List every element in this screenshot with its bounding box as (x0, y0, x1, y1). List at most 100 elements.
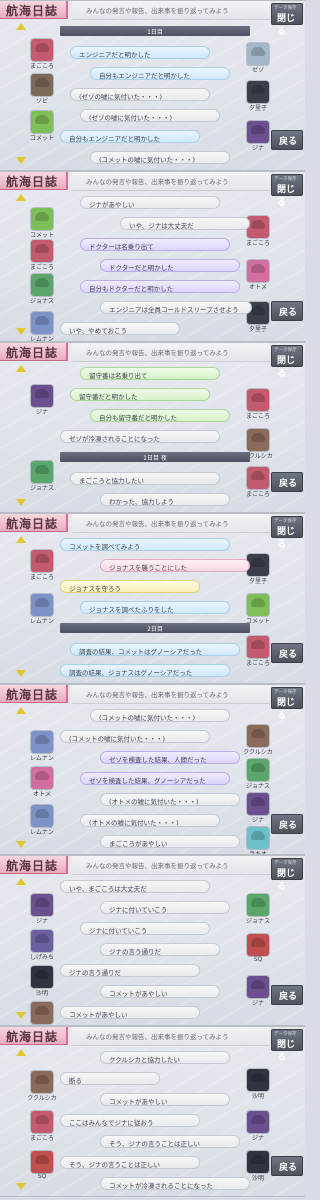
log-entry-text: (コメットの嘘に気付いた・・・) (69, 735, 166, 743)
log-entry-text: 自分もエンジニアだと明かした (99, 72, 190, 80)
log-panel: 航海日誌 みんなの発言や報告、出来事を振り返ってみよう データ保存 閉じる 戻る ジナ しげ… (0, 855, 305, 1026)
log-feed: 留守番は名乗り出て 留守番だと明かした 自分も留守番だと明かした ゼゾが冷凍されること… (60, 363, 252, 512)
character-left: コメット (22, 111, 62, 145)
log-entry-text: ジナに付いていこう (109, 906, 168, 914)
subtitle-text: みんなの発言や報告、出来事を振り返ってみよう (86, 178, 229, 186)
log-entry: コメットがあやしい (60, 1006, 200, 1019)
character-name: ジナ (35, 409, 48, 416)
log-entry-text: ククルシカと協力したい (109, 1056, 181, 1064)
log-panel: 航海日誌 みんなの発言や報告、出来事を振り返ってみよう データ保存 閉じる 戻る ジナ ジョ… (0, 342, 305, 513)
title-text: 航海日誌 (6, 1030, 59, 1044)
log-entry: ククルシカと協力したい (100, 1051, 230, 1064)
avatar-icon (31, 385, 53, 407)
character-name: レムナン (30, 618, 54, 625)
subtitle-bar: みんなの発言や報告、出来事を振り返ってみよう (72, 856, 270, 875)
character-left: ジナ (22, 894, 62, 928)
log-entry: 断る (60, 1072, 160, 1085)
log-entry-text: いや、やめておこう (69, 327, 128, 335)
character-name: 沙明 (35, 990, 48, 997)
log-entry: 自分もエンジニアだと明かした (90, 67, 230, 80)
subtitle-text: みんなの発言や報告、出来事を振り返ってみよう (86, 520, 229, 528)
title-text: 航海日誌 (6, 4, 59, 18)
log-entry: ここはみんなでジナに従おう (60, 1114, 200, 1127)
screenshot-root: 航海日誌 みんなの発言や報告、出来事を振り返ってみよう データ保存 閉じる 戻る まごころ… (0, 0, 305, 1200)
log-feed: 1日目エンジニアだと明かした自分もエンジニアだと明かした (ゼゾの嘘に気付いた・・… (60, 21, 252, 170)
day-label: 1日目 (147, 29, 163, 36)
log-entry-text: 留守番は名乗り出て (89, 372, 148, 380)
log-entry: そう、ジナの言うことは正しい (100, 1135, 240, 1148)
avatar-icon (31, 111, 53, 133)
log-entry: ジナに付いていこう (100, 901, 230, 914)
character-name: レムナン (30, 336, 54, 342)
avatar-icon (31, 461, 53, 483)
avatar-icon (31, 274, 53, 296)
log-entry-text: 自分も留守番だと明かした (99, 414, 177, 422)
subtitle-bar: みんなの発言や報告、出来事を振り返ってみよう (72, 1, 270, 20)
log-entry-text: ドクターだと明かした (109, 264, 174, 272)
title-tab: 航海日誌 (0, 172, 68, 190)
log-entry-text: まごころがあやしい (109, 840, 168, 848)
log-entry: ゼゾを検査した結果、人間だった (100, 751, 240, 764)
log-header: 航海日誌 みんなの発言や報告、出来事を振り返ってみよう データ保存 閉じる (0, 685, 305, 721)
log-entry: ジナの言う通りだ (100, 943, 220, 956)
log-entry-text: コメットが冷凍されることになった (109, 1182, 213, 1190)
log-panel: 航海日誌 みんなの発言や報告、出来事を振り返ってみよう データ保存 閉じる 戻る レムナン… (0, 684, 305, 855)
log-entry: (コメットの嘘に気付いた・・・) (90, 709, 230, 722)
subtitle-bar: みんなの発言や報告、出来事を振り返ってみよう (72, 514, 270, 533)
log-entry: ジナがあやしい (80, 196, 220, 209)
character-left: ククルシカ (22, 1002, 62, 1025)
log-entry: そう、ジナの言うことは正しい (60, 1156, 200, 1169)
log-entry-text: ジョナスを守ろう (69, 585, 121, 593)
character-left: まごころ (22, 240, 62, 274)
character-left: ジョナス (22, 461, 62, 495)
log-entry: いや、まごころは大丈夫だ (60, 880, 210, 893)
log-header: 航海日誌 みんなの発言や報告、出来事を振り返ってみよう データ保存 閉じる (0, 343, 305, 379)
log-entry-text: (オトメの嘘に気付いた・・・) (109, 798, 199, 806)
character-name: ソピ (35, 98, 48, 105)
log-panel: 航海日誌 みんなの発言や報告、出来事を振り返ってみよう データ保存 閉じる 戻る ククルシ… (0, 1026, 305, 1197)
log-entry-text: ドクターは名乗り出て (89, 243, 154, 251)
title-tab: 航海日誌 (0, 514, 68, 532)
character-left: まごころ (22, 550, 62, 584)
log-entry-text: エンジニアだと明かした (79, 51, 151, 59)
log-entry: いや、ジナは大丈夫だ (120, 217, 250, 230)
character-name: レムナン (30, 755, 54, 762)
character-name: まごころ (29, 1135, 54, 1142)
log-header: 航海日誌 みんなの発言や報告、出来事を振り返ってみよう データ保存 閉じる (0, 1, 305, 37)
log-entry: エンジニアだと明かした (70, 46, 210, 59)
log-entry-text: わかった、協力しよう (109, 498, 174, 506)
log-panel: 航海日誌 みんなの発言や報告、出来事を振り返ってみよう データ保存 閉じる 戻る まごころ… (0, 513, 305, 684)
log-entry-text: 調査の結果、ジョナスはグノーシアだった (69, 669, 193, 677)
log-feed: いや、まごころは大丈夫だ ジナに付いていこう ジナに付いていこう ジナの言う通りだ ジナ… (60, 876, 252, 1025)
character-name: ジョナス (29, 485, 54, 492)
character-left: しげみち (22, 930, 62, 964)
avatar-icon (31, 767, 53, 789)
character-left: レムナン (22, 805, 62, 839)
log-entry: (ゼゾの嘘に気付いた・・・) (80, 109, 220, 122)
log-header: 航海日誌 みんなの発言や報告、出来事を振り返ってみよう データ保存 閉じる (0, 856, 305, 892)
avatar-icon (31, 1071, 53, 1093)
log-entry-text: 自分もエンジニアだと明かした (69, 135, 160, 143)
character-left: SQ (22, 1151, 62, 1185)
log-entry: ドクターは名乗り出て (80, 238, 230, 251)
log-entry-text: ジナに付いていこう (89, 927, 148, 935)
character-left: レムナン (22, 312, 62, 342)
avatar-icon (31, 550, 53, 572)
log-entry-text: ゼゾが冷凍されることになった (69, 435, 160, 443)
title-text: 航海日誌 (6, 175, 59, 189)
title-tab: 航海日誌 (0, 856, 68, 874)
title-text: 航海日誌 (6, 517, 59, 531)
character-name: SQ (37, 1173, 47, 1180)
log-entry: (コメットの嘘に気付いた・・・) (60, 730, 210, 743)
character-left: レムナン (22, 731, 62, 765)
subtitle-text: みんなの発言や報告、出来事を振り返ってみよう (86, 7, 229, 15)
title-tab: 航海日誌 (0, 1, 68, 19)
log-header: 航海日誌 みんなの発言や報告、出来事を振り返ってみよう データ保存 閉じる (0, 514, 305, 550)
avatar-icon (31, 1002, 53, 1024)
log-entry-text: (コメットの嘘に気付いた・・・) (99, 156, 196, 164)
log-entry-text: コメットがあやしい (109, 990, 168, 998)
avatar-icon (31, 240, 53, 262)
log-entry: いや、やめておこう (60, 322, 180, 335)
log-entry: ジナの言う通りだ (60, 964, 200, 977)
title-text: 航海日誌 (6, 859, 59, 873)
